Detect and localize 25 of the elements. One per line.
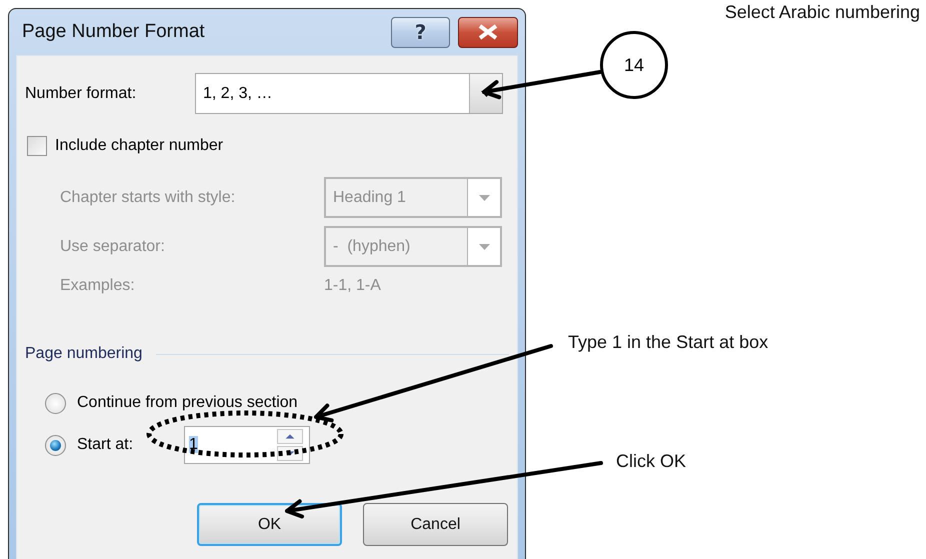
dialog-button[interactable]: OK <box>197 503 342 546</box>
section-heading: Page numbering <box>25 345 142 363</box>
field-label: Chapter starts with style: <box>60 188 236 206</box>
field-label: Examples: <box>60 277 136 295</box>
radio-button[interactable] <box>45 392 66 414</box>
help-button[interactable]: ? <box>391 16 450 48</box>
checkbox-label[interactable]: Include chapter number <box>55 137 224 155</box>
close-button[interactable] <box>458 16 518 48</box>
caret-icon <box>478 194 490 200</box>
field-label: Use separator: <box>60 238 166 256</box>
caret-icon <box>478 244 490 250</box>
annotation-text: Click OK <box>616 451 686 472</box>
annotation-text: Type 1 in the Start at box <box>568 332 768 353</box>
example-value: 1-1, 1-A <box>324 277 381 295</box>
radio-label[interactable]: Continue from previous section <box>77 394 298 412</box>
checkbox[interactable] <box>27 136 47 156</box>
close-icon <box>477 24 499 40</box>
radio-button[interactable] <box>45 434 66 456</box>
dialog-button[interactable]: Cancel <box>363 503 508 546</box>
step-number: 14 <box>600 31 668 99</box>
radio-label[interactable]: Start at: <box>77 436 173 454</box>
annotation-text: Select Arabic numbering <box>724 2 920 23</box>
start-at-spinbox[interactable]: 1 <box>184 426 310 464</box>
field-label: Number format: <box>25 84 138 102</box>
window-title: Page Number Format <box>22 21 206 43</box>
